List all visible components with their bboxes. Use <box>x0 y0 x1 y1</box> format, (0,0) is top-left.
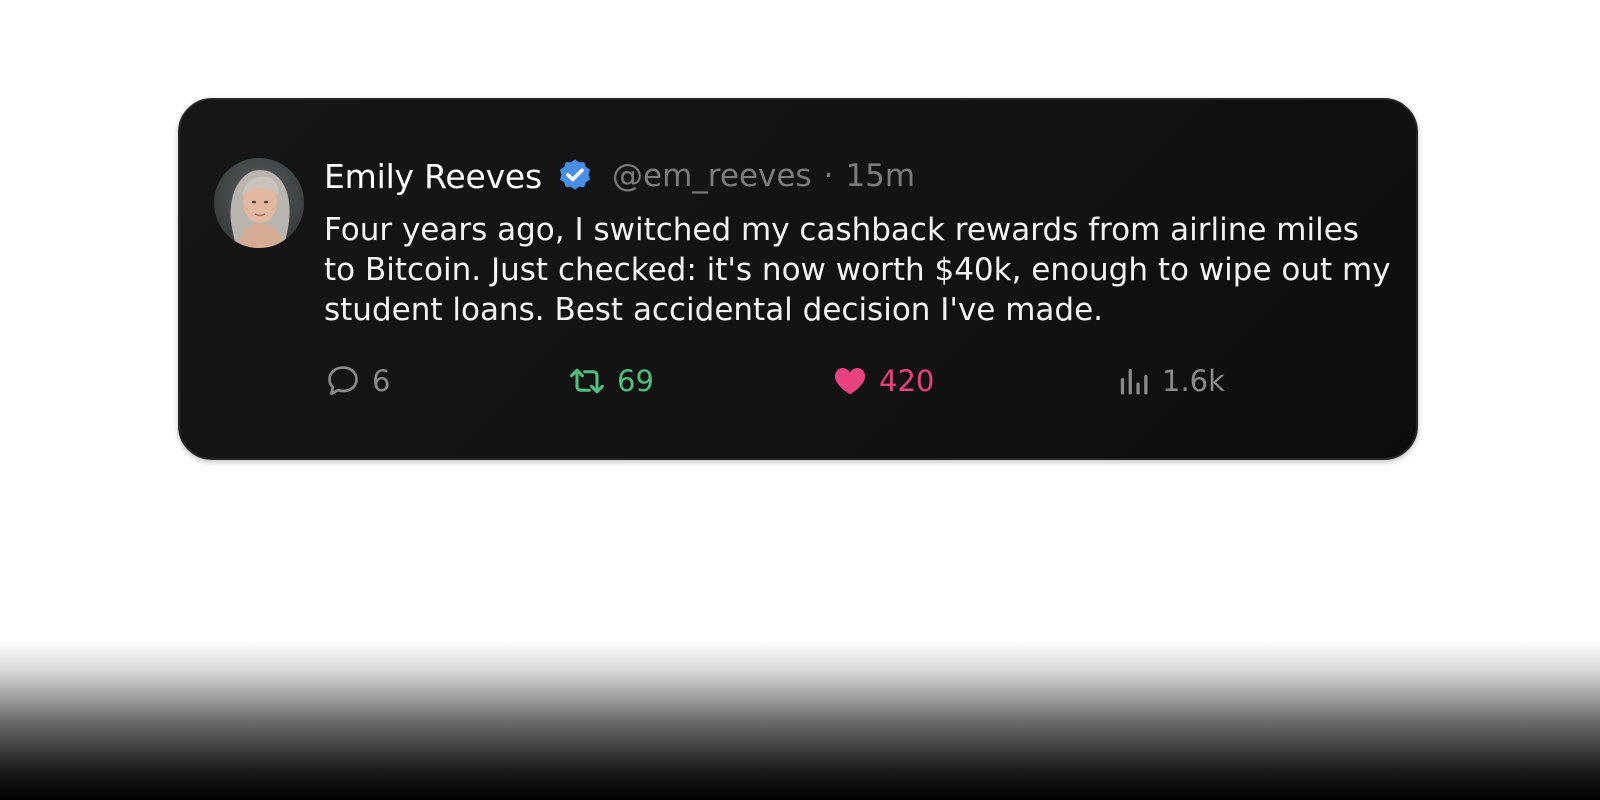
tweet-actions: 6 69 420 1.6k <box>324 356 1386 406</box>
tweet-content: Emily Reeves @em_reeves · 15m Four years… <box>324 154 1391 406</box>
bar-chart-icon <box>1116 363 1152 399</box>
retweet-arrows-icon <box>567 362 607 400</box>
avatar-image <box>214 158 304 248</box>
author-name[interactable]: Emily Reeves <box>324 157 542 196</box>
reply-button[interactable]: 6 <box>324 356 390 406</box>
header-separator: · <box>823 158 834 194</box>
like-count: 420 <box>879 364 935 398</box>
verified-badge-icon <box>556 157 594 195</box>
heart-icon <box>831 362 869 400</box>
views-button[interactable]: 1.6k <box>1116 356 1225 406</box>
like-button[interactable]: 420 <box>831 356 934 406</box>
views-count: 1.6k <box>1162 364 1225 398</box>
retweet-count: 69 <box>617 364 654 398</box>
avatar[interactable] <box>214 158 304 248</box>
tweet-timestamp[interactable]: 15m <box>845 158 915 194</box>
speech-bubble-icon <box>324 362 362 400</box>
author-handle[interactable]: @em_reeves <box>612 158 812 194</box>
tweet-card[interactable]: Emily Reeves @em_reeves · 15m Four years… <box>178 98 1418 460</box>
retweet-button[interactable]: 69 <box>567 356 654 406</box>
reply-count: 6 <box>372 364 391 398</box>
tweet-text: Four years ago, I switched my cashback r… <box>324 212 1391 328</box>
tweet-header: Emily Reeves @em_reeves · 15m <box>324 154 1386 198</box>
